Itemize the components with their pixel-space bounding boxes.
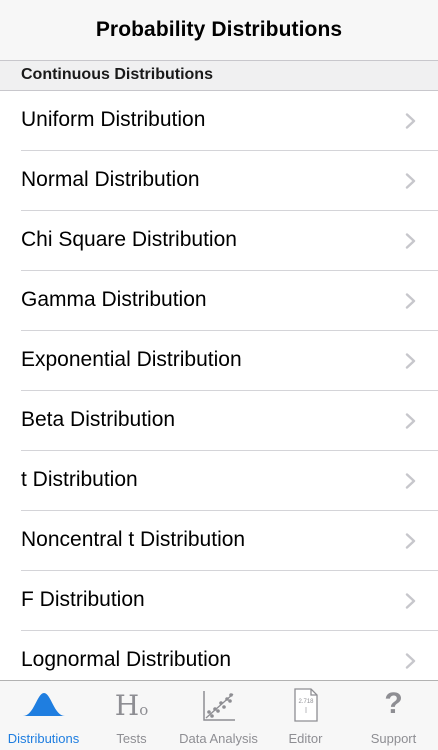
list-item-label: Uniform Distribution	[21, 108, 206, 131]
list-item-label: Lognormal Distribution	[21, 648, 232, 671]
chevron-right-icon	[405, 413, 416, 429]
tab-label: Editor	[288, 731, 323, 746]
list-item-noncentral-t[interactable]: Noncentral t Distribution	[0, 511, 438, 571]
list-item-lognormal[interactable]: Lognormal Distribution	[0, 631, 438, 681]
list-item-label: Exponential Distribution	[21, 348, 242, 371]
tab-tests[interactable]: Ho Tests	[88, 681, 175, 750]
tab-distributions[interactable]: Distributions	[0, 681, 87, 750]
list-item-gamma[interactable]: Gamma Distribution	[0, 271, 438, 331]
tab-label: Tests	[116, 731, 147, 746]
list-item-normal[interactable]: Normal Distribution	[0, 151, 438, 211]
chevron-right-icon	[405, 653, 416, 669]
scatter-plot-icon	[202, 691, 235, 721]
chevron-right-icon	[405, 293, 416, 309]
list-item-exponential[interactable]: Exponential Distribution	[0, 331, 438, 391]
list-item-chi-square[interactable]: Chi Square Distribution	[0, 211, 438, 271]
tab-label: Support	[370, 731, 417, 746]
chevron-right-icon	[405, 473, 416, 489]
question-mark-icon: ?	[384, 687, 403, 720]
list-item-label: Noncentral t Distribution	[21, 528, 246, 551]
tab-label: Distributions	[7, 731, 80, 746]
list-item-label: Beta Distribution	[21, 408, 176, 431]
chevron-right-icon	[405, 233, 416, 249]
chevron-right-icon	[405, 593, 416, 609]
document-icon: 2.718	[293, 688, 318, 722]
distribution-list: Uniform Distribution Normal Distribution…	[0, 91, 438, 681]
list-item-label: Gamma Distribution	[21, 288, 207, 311]
document-value-text: 2.718	[298, 699, 314, 705]
list-item-label: F Distribution	[21, 588, 145, 611]
list-item-f[interactable]: F Distribution	[0, 571, 438, 631]
section-header: Continuous Distributions	[0, 61, 438, 91]
list-item-t[interactable]: t Distribution	[0, 451, 438, 511]
hypothesis-icon: Ho	[114, 689, 149, 722]
chevron-right-icon	[405, 173, 416, 189]
list-item-label: t Distribution	[21, 468, 138, 491]
list-item-uniform[interactable]: Uniform Distribution	[0, 91, 438, 151]
tab-bar: Distributions Ho Tests Data Analysis 2.7…	[0, 680, 438, 750]
chevron-right-icon	[405, 533, 416, 549]
tab-support[interactable]: ? Support	[350, 681, 437, 750]
section-title: Continuous Distributions	[21, 66, 213, 83]
page-title: Probability Distributions	[95, 18, 343, 41]
list-item-label: Chi Square Distribution	[21, 228, 237, 251]
tab-data-analysis[interactable]: Data Analysis	[175, 681, 262, 750]
navigation-bar: Probability Distributions	[0, 0, 438, 61]
tab-label: Data Analysis	[179, 731, 258, 746]
bell-curve-icon	[22, 693, 65, 716]
chevron-right-icon	[405, 113, 416, 129]
chevron-right-icon	[405, 353, 416, 369]
list-item-label: Normal Distribution	[21, 168, 200, 191]
tab-editor[interactable]: 2.718 Editor	[262, 681, 349, 750]
list-item-beta[interactable]: Beta Distribution	[0, 391, 438, 451]
